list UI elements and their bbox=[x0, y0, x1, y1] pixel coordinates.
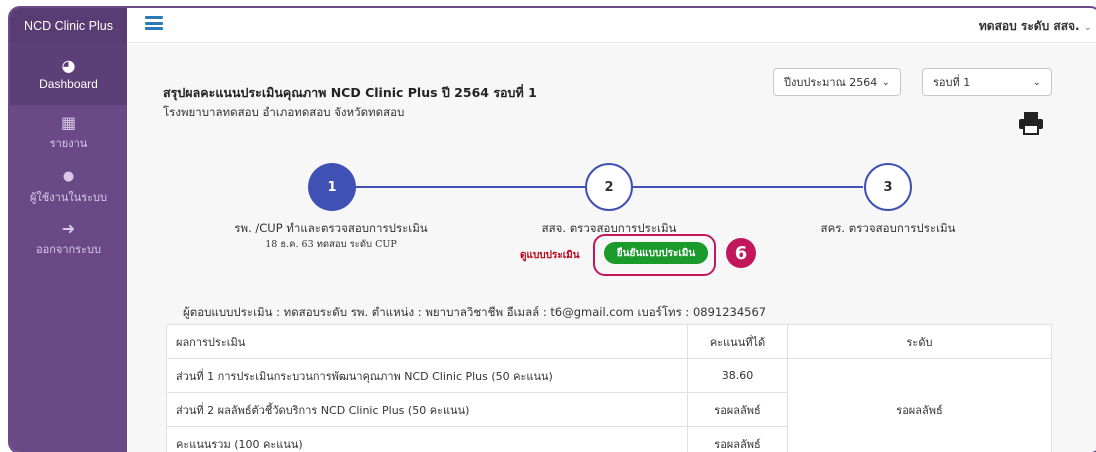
round-value: รอบที่ 1 bbox=[933, 76, 971, 89]
app-window: NCD Clinic Plus ◕ Dashboard ▦ รายงาน ● ผ… bbox=[8, 6, 1096, 452]
sidebar-item-label: ออกจากระบบ bbox=[36, 243, 101, 256]
printer-icon[interactable] bbox=[1018, 111, 1044, 135]
main-content: สรุปผลคะแนนประเมินคุณภาพ NCD Clinic Plus… bbox=[127, 44, 1096, 452]
sidebar-item-dashboard[interactable]: ◕ Dashboard bbox=[10, 43, 127, 105]
respondent-info: ผู้ตอบแบบประเมิน : ทดสอบระดับ รพ. ตำแหน่… bbox=[183, 305, 767, 319]
view-form-link[interactable]: ดูแบบประเมิน bbox=[520, 248, 580, 263]
sidebar-item-reports[interactable]: ▦ รายงาน bbox=[10, 105, 127, 161]
table-icon: ▦ bbox=[60, 113, 77, 132]
fiscal-year-value: ปีงบประมาณ 2564 bbox=[784, 76, 878, 89]
user-menu[interactable]: ทดสอบ ระดับ สสจ. ⌄ bbox=[979, 17, 1092, 36]
page-title: สรุปผลคะแนนประเมินคุณภาพ NCD Clinic Plus… bbox=[163, 85, 537, 100]
step-connector bbox=[633, 186, 863, 188]
row-score: 38.60 bbox=[687, 358, 788, 393]
menu-toggle-icon[interactable] bbox=[145, 16, 163, 30]
step-3-circle: 3 bbox=[864, 163, 912, 211]
step-1-label: รพ. /CUP ทำและตรวจสอบการประเมิน bbox=[234, 221, 428, 235]
page-subtitle: โรงพยาบาลทดสอบ อำเภอทดสอบ จังหวัดทดสอบ bbox=[163, 105, 405, 119]
step-2-circle: 2 bbox=[585, 163, 633, 211]
row-item: ส่วนที่ 1 การประเมินกระบวนการพัฒนาคุณภาพ… bbox=[166, 358, 688, 393]
step-connector bbox=[339, 186, 585, 188]
fiscal-year-select[interactable]: ปีงบประมาณ 2564 ⌄ bbox=[773, 68, 901, 96]
logout-icon: ➜ bbox=[61, 219, 76, 238]
sidebar-item-label: Dashboard bbox=[39, 77, 98, 91]
user-name: ทดสอบ ระดับ สสจ. bbox=[978, 19, 1080, 33]
step-number-badge: 6 bbox=[726, 238, 756, 268]
row-score: รอผลลัพธ์ bbox=[687, 392, 788, 427]
table-row: ส่วนที่ 1 การประเมินกระบวนการพัฒนาคุณภาพ… bbox=[166, 358, 1052, 452]
header-level: ระดับ bbox=[787, 324, 1052, 359]
sidebar-item-label: รายงาน bbox=[49, 137, 88, 150]
user-icon: ● bbox=[62, 169, 75, 184]
sidebar-item-logout[interactable]: ➜ ออกจากระบบ bbox=[10, 213, 127, 265]
row-level: รอผลลัพธ์ bbox=[787, 358, 1052, 452]
results-table: ผลการประเมิน คะแนนที่ได้ ระดับ ส่วนที่ 1… bbox=[166, 324, 1052, 452]
chevron-down-icon: ⌄ bbox=[881, 76, 890, 88]
round-select[interactable]: รอบที่ 1 ⌄ bbox=[922, 68, 1052, 96]
sidebar-item-label: ผู้ใช้งานในระบบ bbox=[29, 191, 108, 204]
row-item: คะแนนรวม (100 คะแนน) bbox=[166, 426, 688, 452]
row-item: ส่วนที่ 2 ผลลัพธ์ตัวชี้วัดบริการ NCD Cli… bbox=[166, 392, 688, 427]
table-header-row: ผลการประเมิน คะแนนที่ได้ ระดับ bbox=[166, 324, 1052, 359]
sidebar-item-users[interactable]: ● ผู้ใช้งานในระบบ bbox=[10, 161, 127, 213]
pie-chart-icon: ◕ bbox=[61, 56, 76, 75]
header-score: คะแนนที่ได้ bbox=[687, 324, 788, 359]
step-1-meta: 18 ธ.ค. 63 ทดสอบ ระดับ CUP bbox=[265, 239, 397, 250]
brand-logo[interactable]: NCD Clinic Plus bbox=[10, 8, 127, 43]
top-bar: ทดสอบ ระดับ สสจ. ⌄ bbox=[127, 8, 1096, 43]
chevron-down-icon: ⌄ bbox=[1083, 22, 1092, 33]
confirm-form-button[interactable]: ยืนยันแบบประเมิน bbox=[604, 242, 708, 264]
step-1-circle: 1 bbox=[308, 163, 356, 211]
sidebar: NCD Clinic Plus ◕ Dashboard ▦ รายงาน ● ผ… bbox=[10, 8, 127, 452]
row-score: รอผลลัพธ์ bbox=[687, 426, 788, 452]
chevron-down-icon: ⌄ bbox=[1032, 76, 1041, 88]
step-3-label: สคร. ตรวจสอบการประเมิน bbox=[820, 221, 956, 235]
header-result: ผลการประเมิน bbox=[166, 324, 688, 359]
